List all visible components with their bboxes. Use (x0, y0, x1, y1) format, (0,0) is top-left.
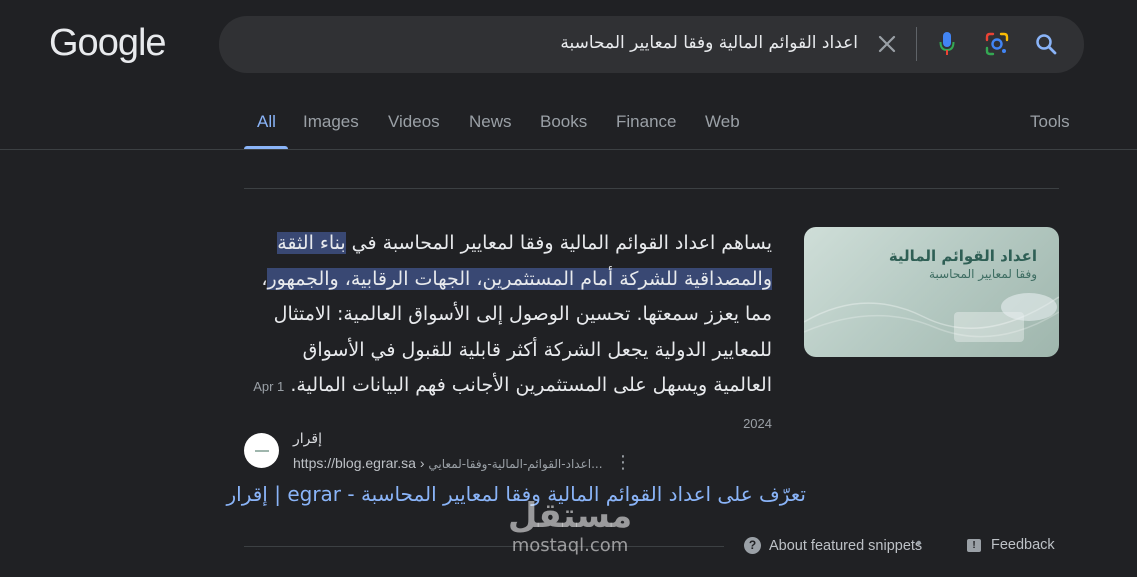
snippet-top-divider (244, 188, 1059, 189)
result-title-link[interactable]: تعرّف على اعداد القوائم المالية وفقا لمع… (226, 482, 806, 506)
snippet-thumbnail[interactable]: اعداد القوائم المالية وفقا لمعايير المحا… (804, 227, 1059, 357)
tab-videos[interactable]: Videos (388, 112, 440, 132)
favicon-mark (254, 449, 269, 452)
search-divider (916, 27, 917, 61)
feedback-icon: ! (967, 538, 981, 552)
tab-images[interactable]: Images (303, 112, 359, 132)
snippet-bottom-divider (244, 546, 724, 547)
about-label: About featured snippets (769, 537, 923, 554)
microphone-icon[interactable] (933, 30, 961, 58)
header-divider (0, 149, 1137, 150)
thumbnail-title: اعداد القوائم المالية (888, 247, 1037, 265)
site-url[interactable]: https://blog.egrar.sa › اعداد-القوائم-ال… (293, 455, 603, 471)
more-vert-icon[interactable]: ⋮ (614, 452, 632, 473)
search-input[interactable]: اعداد القوائم المالية وفقا لمعايير المحا… (560, 33, 858, 53)
clear-icon[interactable] (873, 30, 901, 58)
featured-snippet-text: يساهم اعداد القوائم المالية وفقا لمعايير… (244, 226, 772, 441)
google-lens-icon[interactable] (983, 30, 1011, 58)
tab-all[interactable]: All (257, 112, 276, 132)
url-path: اعداد-القوائم-المالية-وفقا-لمعايي... (428, 457, 603, 471)
tab-books[interactable]: Books (540, 112, 587, 132)
footer-separator: • (916, 535, 922, 552)
site-name[interactable]: إقرار (293, 431, 322, 447)
tab-web[interactable]: Web (705, 112, 740, 132)
about-featured-snippets-link[interactable]: ? About featured snippets (744, 537, 922, 554)
tab-finance[interactable]: Finance (616, 112, 676, 132)
url-separator: › (415, 455, 429, 471)
thumbnail-subtitle: وفقا لمعايير المحاسبة (929, 267, 1037, 281)
feedback-label: Feedback (991, 537, 1055, 553)
search-box[interactable]: اعداد القوائم المالية وفقا لمعايير المحا… (219, 16, 1084, 73)
tab-news[interactable]: News (469, 112, 512, 132)
url-base: https://blog.egrar.sa (293, 455, 416, 471)
tools-button[interactable]: Tools (1030, 112, 1070, 132)
site-favicon[interactable] (244, 433, 279, 468)
snippet-text-start: يساهم اعداد القوائم المالية وفقا لمعايير… (345, 232, 772, 254)
feedback-link[interactable]: ! Feedback (967, 537, 1055, 553)
google-logo[interactable]: Google (49, 22, 167, 65)
info-icon: ? (744, 537, 761, 554)
search-icon[interactable] (1032, 30, 1060, 58)
